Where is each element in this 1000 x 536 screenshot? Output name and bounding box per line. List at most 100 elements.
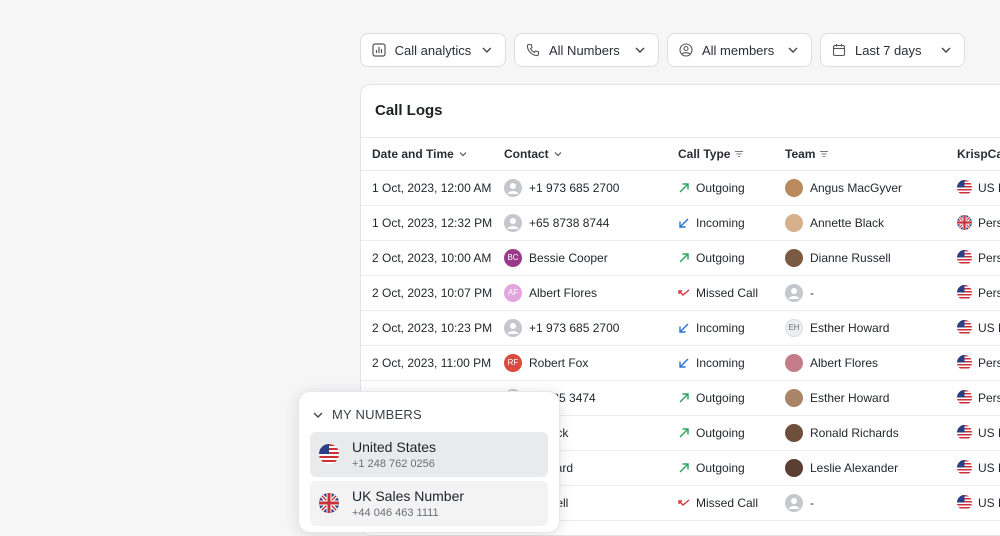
table-row[interactable]: 2 Oct, 2023, 10:23 PM +1 973 685 2700 Inco… [361, 310, 1000, 346]
table-row[interactable]: 2 Oct, 2023, 10:07 PM AF Albert Flores Miss… [361, 275, 1000, 311]
team-cell[interactable]: - [785, 275, 814, 310]
krispcall-number-label: US Pl [978, 425, 1000, 440]
us-flag-icon [957, 250, 972, 265]
team-member-name: - [810, 285, 814, 300]
call-analytics-dropdown[interactable]: Call analytics [360, 33, 506, 67]
contact-avatar-placeholder [504, 213, 522, 232]
table-row[interactable]: 1 Oct, 2023, 12:00 AM +1 973 685 2700 Outg… [361, 170, 1000, 206]
date-cell: 1 Oct, 2023, 12:32 PM [372, 215, 493, 230]
team-cell[interactable]: Albert Flores [785, 345, 878, 380]
us-flag-icon [957, 355, 972, 370]
chart-icon [371, 42, 387, 58]
call-type-cell: Missed Call [678, 275, 758, 310]
team-avatar-placeholder [785, 283, 803, 302]
calendar-icon [831, 42, 847, 58]
team-member-name: Leslie Alexander [810, 460, 899, 475]
call-type-cell: Outgoing [678, 380, 745, 415]
outgoing-arrow-icon [679, 252, 689, 262]
column-header-team[interactable]: Team [785, 138, 829, 170]
team-cell[interactable]: Esther Howard [785, 380, 889, 415]
column-header-krispcall[interactable]: KrispCall [957, 138, 1000, 170]
card-title: Call Logs [375, 102, 443, 119]
krispcall-number-label: Perso [978, 215, 1000, 230]
chevron-down-icon [635, 47, 645, 53]
outgoing-arrow-icon [679, 427, 689, 437]
krispcall-number-cell: Perso [957, 275, 1000, 310]
krispcall-number-cell: Perso [957, 205, 1000, 240]
team-cell[interactable]: EH Esther Howard [785, 310, 889, 345]
uk-flag-icon [319, 493, 339, 513]
outgoing-arrow-icon [679, 392, 689, 402]
contact-avatar: AF [504, 283, 522, 302]
number-name: UK Sales Number [352, 488, 465, 504]
krispcall-number-cell: Perso [957, 240, 1000, 275]
contact-name: +1 973 685 2700 [529, 180, 620, 195]
krispcall-number-label: Perso [978, 390, 1000, 405]
missed-call-icon [678, 498, 690, 506]
filter-label: Call analytics [394, 42, 472, 58]
user-circle-icon [678, 42, 694, 58]
contact-cell[interactable]: +65 8738 8744 [504, 205, 609, 240]
us-flag-icon [957, 460, 972, 475]
team-cell[interactable]: Leslie Alexander [785, 450, 898, 485]
popup-heading: MY NUMBERS [332, 407, 422, 422]
call-type-label: Incoming [696, 320, 745, 335]
call-type-label: Incoming [696, 355, 745, 370]
table-row[interactable]: 1 Oct, 2023, 12:32 PM +65 8738 8744 Incomi… [361, 205, 1000, 241]
team-avatar-photo [785, 388, 803, 407]
number-item-united-states[interactable]: United States +1 248 762 0256 [310, 432, 548, 477]
team-member-name: Angus MacGyver [810, 180, 903, 195]
team-avatar-photo [785, 353, 803, 372]
us-flag-icon [957, 285, 972, 300]
incoming-arrow-icon [679, 323, 689, 333]
contact-avatar-placeholder [504, 178, 522, 197]
date-range-dropdown[interactable]: Last 7 days [820, 33, 965, 67]
team-cell[interactable]: Angus MacGyver [785, 170, 902, 205]
incoming-arrow-icon [679, 218, 689, 228]
column-header-date[interactable]: Date and Time [372, 138, 468, 170]
column-header-call-type[interactable]: Call Type [678, 138, 744, 170]
all-numbers-dropdown[interactable]: All Numbers [514, 33, 659, 67]
filter-icon [735, 151, 744, 157]
krispcall-number-label: Perso [978, 355, 1000, 370]
team-member-name: Albert Flores [810, 355, 879, 370]
table-row[interactable]: 2 Oct, 2023, 11:00 PM RF Robert Fox Incomin… [361, 345, 1000, 381]
contact-avatar-placeholder [504, 318, 522, 337]
team-cell[interactable]: - [785, 485, 814, 520]
column-header-contact[interactable]: Contact [504, 138, 563, 170]
outgoing-arrow-icon [679, 182, 689, 192]
contact-cell[interactable]: AF Albert Flores [504, 275, 597, 310]
filter-bar: Call analytics All Numbers All members L… [360, 33, 965, 67]
krispcall-number-label: US Pl [978, 460, 1000, 475]
contact-cell[interactable]: RF Robert Fox [504, 345, 588, 380]
team-member-name: Esther Howard [810, 390, 890, 405]
chevron-down-icon [482, 47, 492, 53]
us-flag-icon [319, 444, 339, 464]
call-type-label: Outgoing [696, 250, 745, 265]
missed-call-icon [678, 288, 690, 296]
call-type-label: Incoming [696, 215, 745, 230]
us-flag-icon [957, 495, 972, 510]
contact-cell[interactable]: +1 973 685 2700 [504, 310, 619, 345]
us-flag-icon [957, 180, 972, 195]
my-numbers-toggle[interactable]: MY NUMBERS [312, 407, 422, 422]
number-item-uk-sales[interactable]: UK Sales Number +44 046 463 1111 [310, 481, 548, 526]
team-cell[interactable]: Ronald Richards [785, 415, 899, 450]
call-type-cell: Missed Call [678, 485, 758, 520]
incoming-arrow-icon [679, 358, 689, 368]
call-type-cell: Outgoing [678, 415, 745, 450]
team-avatar-photo [785, 248, 803, 267]
table-row[interactable]: 2 Oct, 2023, 10:00 AM BC Bessie Cooper Outg… [361, 240, 1000, 276]
krispcall-number-label: Perso [978, 250, 1000, 265]
contact-cell[interactable]: BC Bessie Cooper [504, 240, 608, 275]
all-members-dropdown[interactable]: All members [667, 33, 812, 67]
team-member-name: Annette Black [810, 215, 885, 230]
team-cell[interactable]: Dianne Russell [785, 240, 891, 275]
call-type-label: Missed Call [696, 495, 759, 510]
call-type-label: Outgoing [696, 390, 745, 405]
date-cell: 2 Oct, 2023, 10:07 PM [372, 285, 493, 300]
team-avatar-photo [785, 423, 803, 442]
contact-name: Bessie Cooper [529, 250, 608, 265]
contact-cell[interactable]: +1 973 685 2700 [504, 170, 619, 205]
team-cell[interactable]: Annette Black [785, 205, 884, 240]
